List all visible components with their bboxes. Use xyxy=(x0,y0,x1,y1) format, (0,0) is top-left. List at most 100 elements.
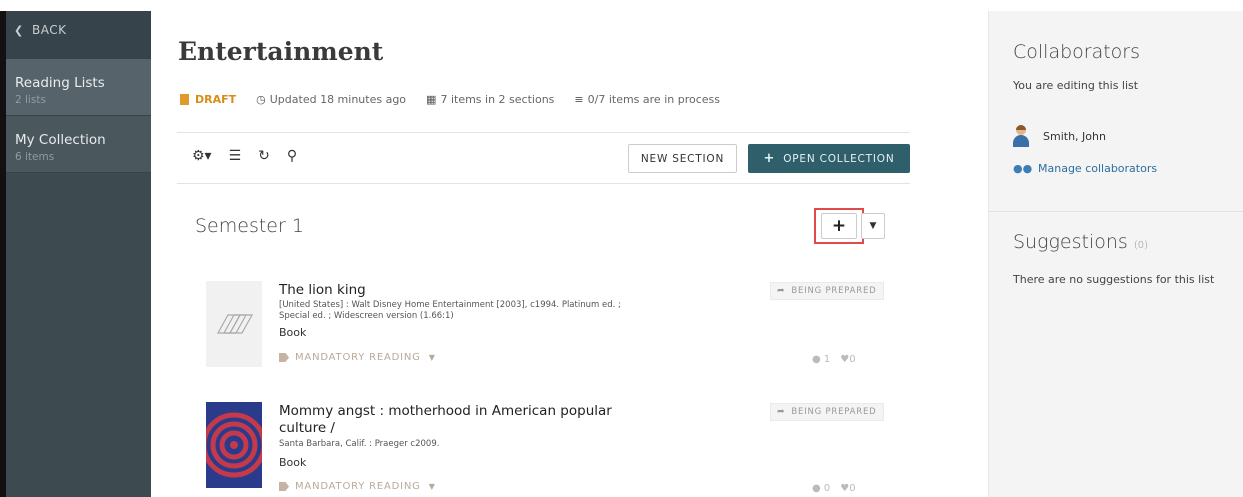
window-top-edge xyxy=(0,0,1243,11)
suggestions-count: (0) xyxy=(1133,240,1149,251)
like-count-value: 0 xyxy=(849,483,856,494)
plus-icon: + xyxy=(831,216,847,236)
like-count[interactable]: ♥0 xyxy=(840,354,855,365)
sidebar-item-count: 6 items xyxy=(15,151,55,163)
right-panel: Collaborators You are editing this list … xyxy=(988,11,1243,497)
like-count-value: 0 xyxy=(849,354,856,365)
list-icon[interactable]: ☰ xyxy=(229,148,242,164)
open-collection-label: OPEN COLLECTION xyxy=(783,152,895,165)
sidebar: ❮ BACK Reading Lists 2 lists My Collecti… xyxy=(6,11,151,497)
book-cover-image xyxy=(206,402,262,488)
avatar xyxy=(1013,125,1029,147)
collaborators-title: Collaborators xyxy=(1013,41,1141,63)
book-icon: ▦ xyxy=(426,93,437,106)
process-info: ≡ 0/7 items are in process xyxy=(574,93,720,106)
item-title-line: culture / xyxy=(279,420,335,436)
caret-down-icon: ▼ xyxy=(428,353,436,362)
items-text: 7 items in 2 sections xyxy=(440,93,555,106)
add-item-dropdown[interactable]: ▼ xyxy=(861,213,885,239)
list-item[interactable]: The lion king [United States] : Walt Dis… xyxy=(206,281,886,391)
add-item-group: + ▼ xyxy=(814,208,885,244)
item-type: Book xyxy=(279,326,307,339)
tag-icon xyxy=(279,482,289,491)
comment-count[interactable]: ● 0 xyxy=(812,483,830,494)
toolbar-divider-top xyxy=(177,132,910,133)
like-count[interactable]: ♥0 xyxy=(840,483,855,494)
list-meta: DRAFT ◷ Updated 18 minutes ago ▦ 7 items… xyxy=(180,93,720,106)
item-publication: [United States] : Walt Disney Home Enter… xyxy=(279,300,699,322)
item-counts: ● 0 ♥0 xyxy=(812,483,856,494)
search-icon[interactable]: ⚲ xyxy=(287,148,297,164)
item-tag-label: MANDATORY READING xyxy=(295,481,421,492)
collaborator: Smith, John xyxy=(1013,125,1106,147)
comment-icon: ● xyxy=(812,483,821,494)
gear-icon[interactable]: ⚙▾ xyxy=(192,148,212,164)
comment-icon: ● xyxy=(812,354,821,365)
sidebar-item-title: My Collection xyxy=(15,132,106,148)
suggestions-title-text: Suggestions xyxy=(1013,231,1128,253)
comment-count[interactable]: ● 1 xyxy=(812,354,830,365)
toolbar-icons: ⚙▾ ☰ ↻ ⚲ xyxy=(192,148,314,164)
stack-icon: ≡ xyxy=(574,93,584,106)
chevron-left-icon: ❮ xyxy=(14,24,24,37)
sidebar-item-count: 2 lists xyxy=(15,94,46,106)
suggestions-title: Suggestions (0) xyxy=(1013,231,1148,253)
item-status: ➦ BEING PREPARED xyxy=(770,282,884,300)
new-section-button[interactable]: NEW SECTION xyxy=(628,144,737,173)
updated-text: Updated 18 minutes ago xyxy=(269,93,407,106)
toolbar-divider-bottom xyxy=(177,183,910,184)
item-type: Book xyxy=(279,456,307,469)
clock-icon: ◷ xyxy=(256,93,266,106)
add-item-button[interactable]: + xyxy=(821,213,857,239)
tag-icon xyxy=(279,353,289,362)
panel-divider xyxy=(989,211,1243,212)
item-thumbnail xyxy=(206,281,262,367)
item-tag-label: MANDATORY READING xyxy=(295,352,421,363)
add-item-highlight: + xyxy=(814,208,864,244)
caret-down-icon: ▼ xyxy=(869,221,877,231)
status-badge: DRAFT xyxy=(180,93,236,106)
plus-icon: + xyxy=(763,151,776,166)
item-status-label: BEING PREPARED xyxy=(791,286,877,296)
collaborator-name: Smith, John xyxy=(1043,129,1106,143)
manage-collaborators-link[interactable]: ●● Manage collaborators xyxy=(1013,162,1157,175)
back-label: BACK xyxy=(32,23,67,37)
item-status: ➦ BEING PREPARED xyxy=(770,403,884,421)
comment-count-value: 0 xyxy=(823,483,831,494)
item-title[interactable]: Mommy angst : motherhood in American pop… xyxy=(279,403,659,437)
item-publication: Santa Barbara, Calif. : Praeger c2009. xyxy=(279,439,440,449)
sidebar-item-title: Reading Lists xyxy=(15,75,105,91)
comment-count-value: 1 xyxy=(823,354,831,365)
users-icon: ●● xyxy=(1013,162,1033,175)
share-arrow-icon: ➦ xyxy=(777,407,786,417)
editing-note: You are editing this list xyxy=(1013,79,1139,92)
item-counts: ● 1 ♥0 xyxy=(812,354,856,365)
updated-info: ◷ Updated 18 minutes ago xyxy=(256,93,406,106)
item-thumbnail xyxy=(206,402,262,488)
draft-label: DRAFT xyxy=(195,93,237,106)
process-text: 0/7 items are in process xyxy=(587,93,720,106)
items-info: ▦ 7 items in 2 sections xyxy=(426,93,554,106)
page-title: Entertainment xyxy=(178,37,384,66)
refresh-icon[interactable]: ↻ xyxy=(258,148,270,164)
item-title[interactable]: The lion king xyxy=(279,282,659,299)
item-publication-line: Special ed. ; Widescreen version (1.66:1… xyxy=(279,311,454,321)
list-item[interactable]: Mommy angst : motherhood in American pop… xyxy=(206,402,886,497)
section-title: Semester 1 xyxy=(195,215,304,237)
sidebar-item-reading-lists[interactable]: Reading Lists 2 lists xyxy=(6,59,151,116)
caret-down-icon: ▼ xyxy=(428,482,436,491)
suggestions-empty: There are no suggestions for this list xyxy=(1013,273,1215,286)
item-tag[interactable]: MANDATORY READING ▼ xyxy=(279,481,436,492)
main-content: Entertainment DRAFT ◷ Updated 18 minutes… xyxy=(151,11,988,497)
open-collection-button[interactable]: + OPEN COLLECTION xyxy=(748,144,910,173)
document-icon xyxy=(180,94,189,105)
manage-collaborators-label: Manage collaborators xyxy=(1038,162,1158,175)
item-publication-line: [United States] : Walt Disney Home Enter… xyxy=(279,300,621,310)
back-link[interactable]: ❮ BACK xyxy=(6,11,151,59)
item-status-label: BEING PREPARED xyxy=(791,407,877,417)
heart-icon: ♥ xyxy=(840,483,850,494)
book-placeholder-icon xyxy=(216,314,254,334)
sidebar-item-my-collection[interactable]: My Collection 6 items xyxy=(6,116,151,173)
share-arrow-icon: ➦ xyxy=(777,286,786,296)
item-tag[interactable]: MANDATORY READING ▼ xyxy=(279,352,436,363)
